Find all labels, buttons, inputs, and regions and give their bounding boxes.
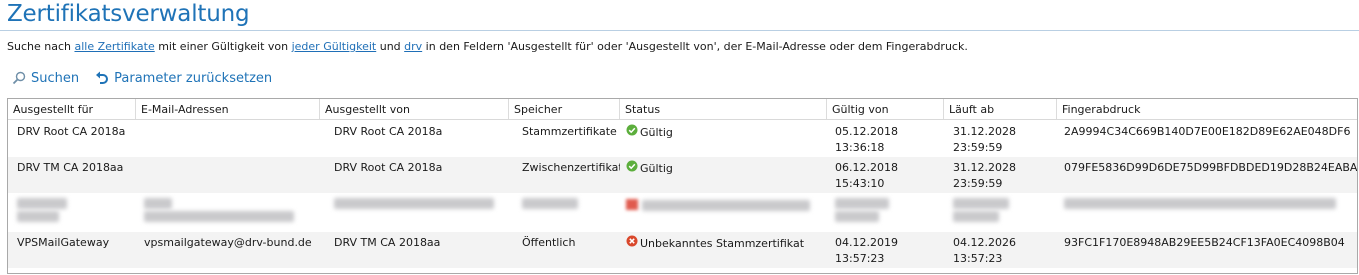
search-button-label: Suchen (31, 70, 80, 86)
table-row[interactable]: DRV TM CA 2018aa DRV Root CA 2018a Zwisc… (8, 157, 1357, 193)
store-cell: Stammzertifikate (522, 125, 617, 138)
redacted-cell (136, 193, 320, 229)
column-header-issued-for[interactable]: Ausgestellt für (8, 99, 136, 119)
column-header-fingerprint[interactable]: Fingerabdruck (1057, 99, 1357, 119)
validity-filter-link[interactable]: jeder Gültigkeit (292, 40, 377, 53)
undo-icon (95, 71, 109, 85)
search-text-2: mit einer Gültigkeit von (154, 40, 292, 53)
issued-for-cell: DRV Root CA 2018a (17, 125, 126, 138)
status-cell: Gültig (620, 121, 827, 157)
store-cell: Zwischenzertifikate (522, 161, 620, 174)
issued-by-cell: DRV TM CA 2018aa (334, 236, 441, 249)
valid-from-cell: 04.12.2019 13:57:23 (827, 232, 944, 268)
fingerprint-cell: 079FE5836D99D6DE75D99BFDBDED19D28B24EABA (1064, 161, 1357, 174)
valid-from-time: 13:36:18 (835, 141, 885, 154)
expires-time: 13:57:23 (953, 252, 1003, 265)
expires-cell: 31.12.2028 23:59:59 (944, 157, 1057, 193)
fingerprint-cell: 2A9994C34C669B140D7E00E182D89E62AE048DF6 (1064, 125, 1351, 138)
valid-from-date: 04.12.2019 (835, 236, 898, 249)
expires-time: 23:59:59 (953, 177, 1003, 190)
column-header-expires[interactable]: Läuft ab (944, 99, 1057, 119)
expires-cell: 04.12.2026 13:57:23 (944, 232, 1057, 268)
column-header-email[interactable]: E-Mail-Adressen (136, 99, 320, 119)
column-header-valid-from[interactable]: Gültig von (827, 99, 944, 119)
store-cell: Öffentlich (522, 236, 576, 249)
redacted-cell (827, 193, 944, 229)
valid-from-date: 05.12.2018 (835, 125, 898, 138)
title-divider (0, 30, 1359, 31)
expires-date: 04.12.2026 (953, 236, 1016, 249)
redacted-cell (509, 193, 620, 229)
page-title: Zertifikatsverwaltung (7, 1, 250, 27)
redacted-cell (1057, 193, 1357, 229)
redacted-cell (944, 193, 1057, 229)
redacted-cell (8, 193, 136, 229)
certificate-filter-link[interactable]: alle Zertifikate (74, 40, 154, 53)
valid-from-cell: 06.12.2018 15:43:10 (827, 157, 944, 193)
valid-from-time: 15:43:10 (835, 177, 885, 190)
status-cell: Gültig (620, 157, 827, 193)
expires-date: 31.12.2028 (953, 161, 1016, 174)
certificate-table: Ausgestellt für E-Mail-Adressen Ausgeste… (7, 98, 1358, 274)
status-label: Gültig (640, 125, 673, 139)
error-circle-icon (626, 235, 638, 252)
reset-parameters-button[interactable]: Parameter zurücksetzen (95, 71, 272, 86)
valid-from-time: 13:57:23 (835, 252, 885, 265)
issued-by-cell: DRV Root CA 2018a (334, 161, 443, 174)
column-header-store[interactable]: Speicher (509, 99, 620, 119)
table-row-redacted[interactable] (8, 193, 1357, 229)
check-circle-icon (626, 160, 638, 177)
valid-from-cell: 05.12.2018 13:36:18 (827, 121, 944, 157)
status-cell: Unbekanntes Stammzertifikat (620, 232, 827, 268)
search-description: Suche nach alle Zertifikate mit einer Gü… (7, 40, 968, 53)
column-header-issued-by[interactable]: Ausgestellt von (320, 99, 509, 119)
search-text-3: und (376, 40, 405, 53)
email-cell: vpsmailgateway@drv-bund.de (144, 236, 312, 249)
fingerprint-cell: 93FC1F170E8948AB29EE5B24CF13FA0EC4098B04 (1064, 236, 1345, 249)
valid-from-date: 06.12.2018 (835, 161, 898, 174)
redacted-cell (620, 193, 827, 229)
expires-time: 23:59:59 (953, 141, 1003, 154)
search-text-1: Suche nach (7, 40, 75, 53)
search-icon (12, 71, 26, 85)
column-header-status[interactable]: Status (620, 99, 827, 119)
search-button[interactable]: Suchen (12, 71, 79, 86)
toolbar: Suchen Parameter zurücksetzen (12, 68, 272, 88)
table-row[interactable]: VPSMailGateway vpsmailgateway@drv-bund.d… (8, 232, 1357, 268)
issued-for-cell: VPSMailGateway (17, 236, 110, 249)
check-circle-icon (626, 124, 638, 141)
status-label: Gültig (640, 161, 673, 175)
search-term-link[interactable]: drv (404, 40, 422, 53)
expires-cell: 31.12.2028 23:59:59 (944, 121, 1057, 157)
reset-parameters-label: Parameter zurücksetzen (114, 70, 273, 86)
expires-date: 31.12.2028 (953, 125, 1016, 138)
table-row[interactable]: DRV Root CA 2018a DRV Root CA 2018a Stam… (8, 121, 1357, 157)
redacted-cell (320, 193, 509, 229)
email-cell (136, 121, 320, 157)
status-label: Unbekanntes Stammzertifikat (640, 236, 805, 250)
email-cell (136, 157, 320, 193)
issued-for-cell: DRV TM CA 2018aa (17, 161, 124, 174)
table-header: Ausgestellt für E-Mail-Adressen Ausgeste… (8, 99, 1357, 120)
search-text-4: in den Feldern 'Ausgestellt für' oder 'A… (422, 40, 968, 53)
issued-by-cell: DRV Root CA 2018a (334, 125, 443, 138)
